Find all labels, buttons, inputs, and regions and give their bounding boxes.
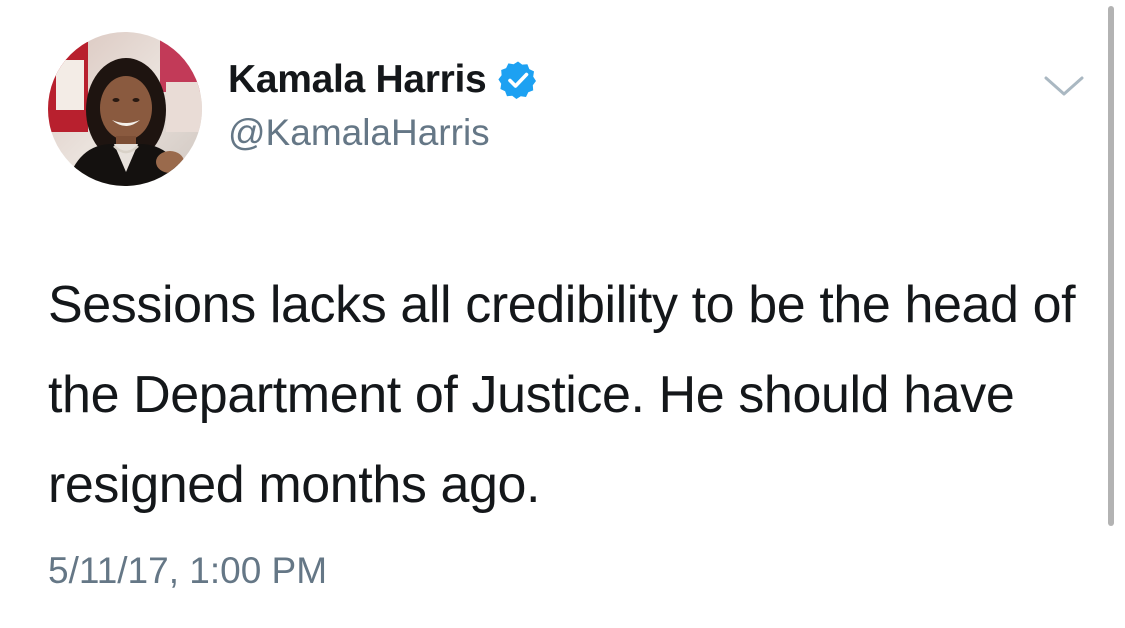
chevron-down-icon[interactable] xyxy=(1042,70,1086,102)
author-name-row: Kamala Harris xyxy=(228,56,538,104)
avatar[interactable] xyxy=(48,32,202,186)
display-name[interactable]: Kamala Harris xyxy=(228,58,487,102)
avatar-photo xyxy=(48,32,202,186)
tweet-text: Sessions lacks all credibility to be the… xyxy=(48,276,1076,514)
scrollbar[interactable] xyxy=(1108,6,1114,526)
author-handle[interactable]: @KamalaHarris xyxy=(228,112,490,154)
verified-badge-icon xyxy=(498,60,538,100)
tweet-card: Kamala Harris @KamalaHarris Sessions lac… xyxy=(0,0,1125,628)
tweet-timestamp[interactable]: 5/11/17, 1:00 PM xyxy=(48,550,327,592)
